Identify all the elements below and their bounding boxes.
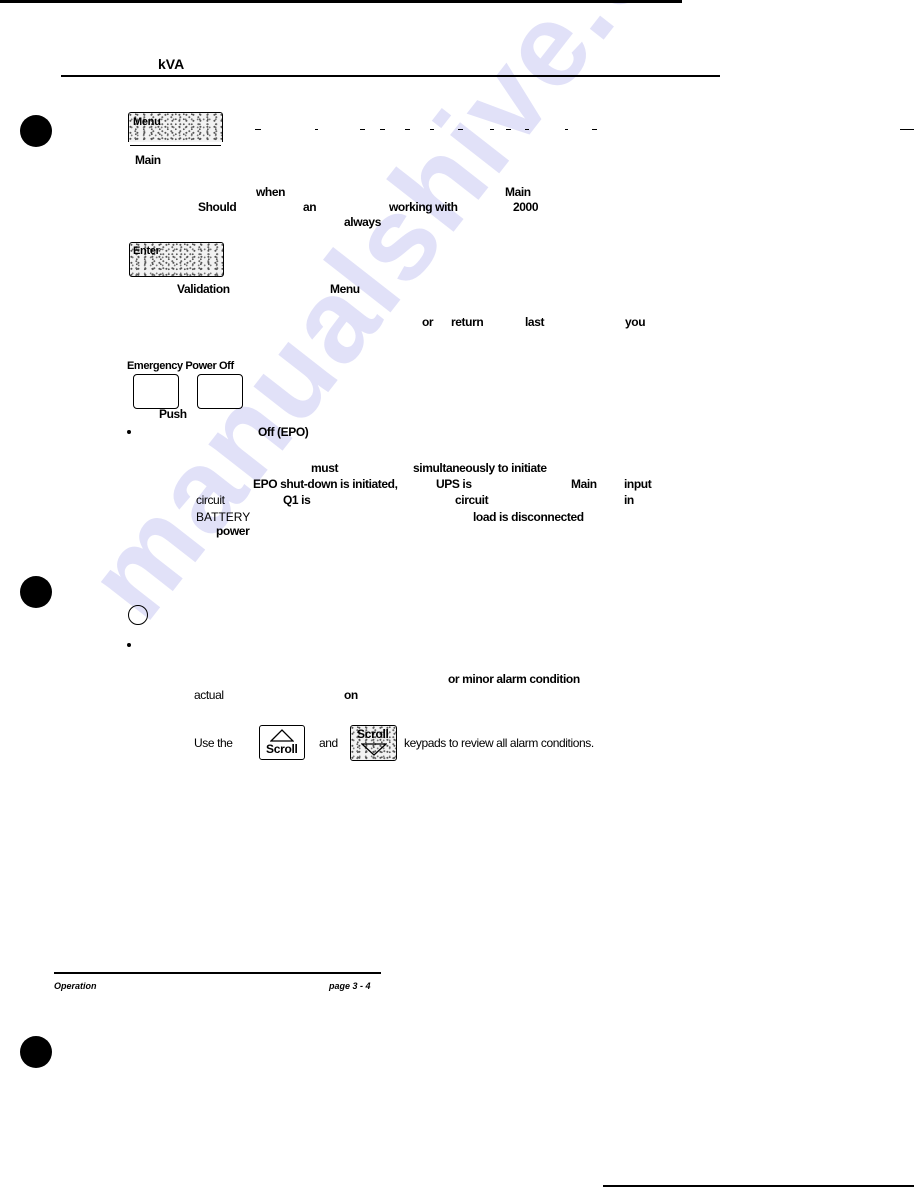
text-always: always <box>344 215 381 229</box>
text-working-with: working with <box>389 200 458 214</box>
text-epo-off: Off (EPO) <box>258 425 309 439</box>
text-when: when <box>256 185 286 199</box>
menu-heading: Main <box>135 153 161 167</box>
scan-dash <box>900 129 914 130</box>
text-an: an <box>303 200 317 214</box>
footer-page-number: page 3 - 4 <box>329 981 371 991</box>
text-main-2: Main <box>571 477 597 491</box>
enter-key: Enter <box>129 242 224 277</box>
header-rule <box>61 75 720 77</box>
menu-key-underline <box>130 145 221 146</box>
scan-dash <box>315 129 318 130</box>
text-actual: actual <box>194 688 224 702</box>
scan-dash <box>405 129 410 130</box>
epo-panel-label: Emergency Power Off <box>127 360 234 372</box>
scan-dash <box>565 129 568 130</box>
text-load-disconnected: load is disconnected <box>473 510 584 524</box>
scan-dash <box>430 129 434 130</box>
text-q1-is: Q1 is <box>283 493 311 507</box>
text-circuit: circuit <box>196 493 225 507</box>
scan-dash <box>360 129 365 130</box>
scroll-up-label: Scroll <box>266 742 298 756</box>
scan-dash <box>490 129 494 130</box>
text-instruction: keypads to review all alarm conditions. <box>404 736 594 750</box>
text-on: on <box>344 688 358 702</box>
epo-push-label: Push <box>159 407 187 421</box>
text-input: input <box>624 477 652 491</box>
binder-hole <box>20 1036 52 1068</box>
bullet-icon <box>127 430 131 434</box>
text-epo-shutdown: EPO shut-down is initiated, <box>253 477 398 491</box>
scan-dash <box>592 129 597 130</box>
alarm-circle-icon <box>128 605 148 625</box>
text-must: must <box>311 461 339 475</box>
scroll-down-label: Scroll <box>357 727 389 741</box>
header-title: kVA <box>158 56 185 72</box>
menu-key-label: Menu <box>133 116 161 128</box>
enter-key-label: Enter <box>133 245 160 257</box>
binder-hole <box>20 576 52 608</box>
text-power: power <box>216 524 250 538</box>
text-in: in <box>624 493 634 507</box>
epo-button-left <box>133 374 179 409</box>
text-return: return <box>451 315 484 329</box>
triangle-down-icon <box>361 743 387 756</box>
text-and: and <box>319 736 338 750</box>
text-use-the: Use the <box>194 736 233 750</box>
text-main: Main <box>505 185 531 199</box>
scan-dash <box>506 129 511 130</box>
text-validation: Validation <box>177 282 230 296</box>
binder-hole <box>20 115 52 147</box>
text-battery: BATTERY <box>196 510 251 524</box>
footer-rule <box>54 972 381 974</box>
text-year: 2000 <box>513 200 539 214</box>
scan-dash <box>255 129 261 130</box>
text-simultaneously: simultaneously to initiate <box>413 461 547 475</box>
triangle-up-icon <box>270 729 294 742</box>
top-border-rule <box>0 0 682 3</box>
scan-dash <box>458 129 463 130</box>
text-ups-is: UPS is <box>436 477 472 491</box>
scroll-down-key: Scroll <box>350 725 397 761</box>
text-menu: Menu <box>330 282 360 296</box>
text-you: you <box>625 315 646 329</box>
text-should: Should <box>198 200 237 214</box>
text-last: last <box>525 315 545 329</box>
scroll-up-key: Scroll <box>259 725 305 760</box>
text-circuit-2: circuit <box>455 493 489 507</box>
footer-section: Operation <box>54 981 97 991</box>
bottom-rule <box>603 1185 914 1187</box>
scan-dash <box>525 129 529 130</box>
epo-button-right <box>197 374 243 409</box>
text-minor-alarm: or minor alarm condition <box>448 672 580 686</box>
text-or: or <box>422 315 434 329</box>
menu-key: Menu <box>128 112 223 142</box>
bullet-icon <box>127 643 131 647</box>
scan-dash <box>380 129 385 130</box>
